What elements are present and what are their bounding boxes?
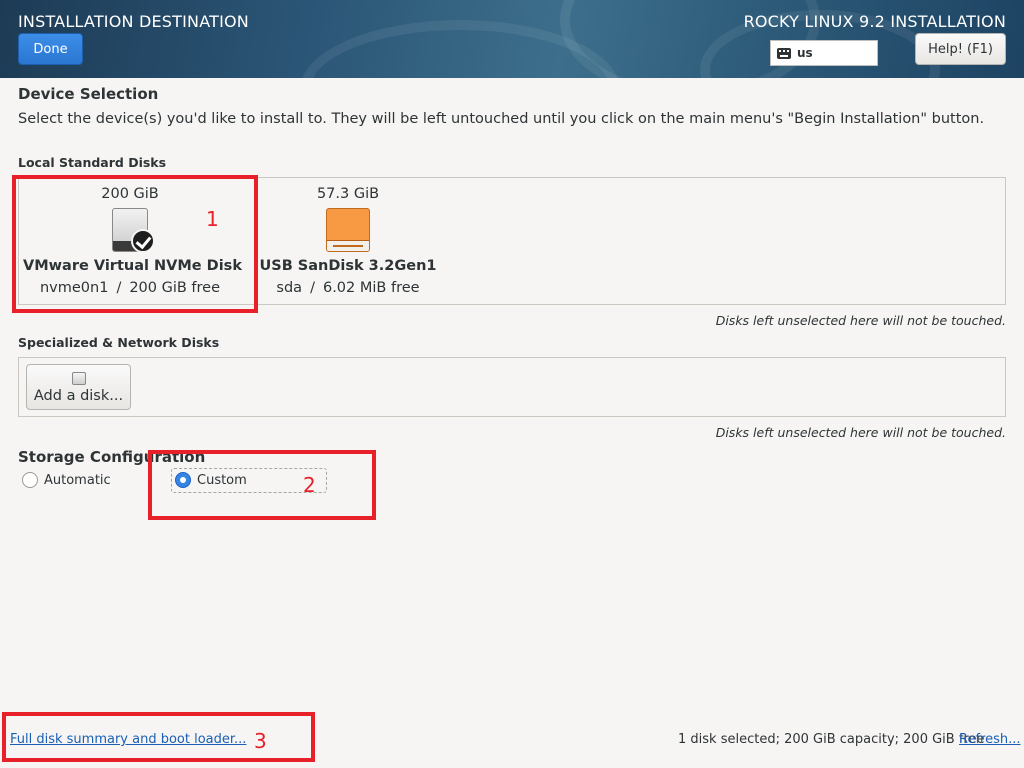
keyboard-layout-value: us	[797, 46, 813, 60]
local-disks-note: Disks left unselected here will not be t…	[715, 313, 1006, 328]
disk-detail-separator: /	[310, 280, 315, 296]
annotation-box-2	[148, 450, 376, 520]
disk-free-space: 6.02 MiB free	[322, 280, 420, 296]
done-button[interactable]: Done	[18, 33, 83, 65]
annotation-box-1	[12, 175, 258, 313]
product-title: ROCKY LINUX 9.2 INSTALLATION	[743, 12, 1006, 31]
help-button[interactable]: Help! (F1)	[915, 33, 1006, 65]
radio-button-icon	[22, 472, 38, 488]
device-selection-heading: Device Selection	[18, 85, 159, 103]
annotation-number-2: 2	[303, 473, 316, 497]
usb-drive-icon	[326, 208, 370, 252]
refresh-link[interactable]: Refresh...	[959, 732, 1021, 747]
annotation-number-1: 1	[206, 207, 219, 231]
keyboard-icon	[777, 47, 791, 59]
page-title: INSTALLATION DESTINATION	[18, 12, 249, 31]
annotation-number-3: 3	[254, 729, 267, 753]
disk-detail: sda / 6.02 MiB free	[245, 280, 451, 296]
add-disk-button[interactable]: Add a disk...	[26, 364, 131, 410]
disk-name: USB SanDisk 3.2Gen1	[259, 258, 437, 274]
disk-size: 57.3 GiB	[316, 186, 380, 202]
header-banner: INSTALLATION DESTINATION Done ROCKY LINU…	[0, 0, 1024, 78]
local-disks-label: Local Standard Disks	[18, 155, 167, 170]
keyboard-layout-indicator[interactable]: us	[770, 40, 878, 66]
radio-automatic[interactable]: Automatic	[22, 472, 111, 488]
full-disk-summary-link[interactable]: Full disk summary and boot loader...	[10, 732, 246, 747]
disk-tile-sda[interactable]: 57.3 GiB USB SanDisk 3.2Gen1 sda / 6.02 Mi…	[245, 178, 451, 304]
radio-label: Automatic	[44, 472, 111, 488]
disk-add-icon	[72, 372, 86, 385]
network-disks-label: Specialized & Network Disks	[18, 335, 220, 350]
disk-selection-summary: 1 disk selected; 200 GiB capacity; 200 G…	[678, 732, 985, 747]
network-disks-panel: Add a disk...	[18, 357, 1006, 417]
disk-device: sda	[276, 280, 303, 296]
network-disks-note: Disks left unselected here will not be t…	[715, 425, 1006, 440]
add-disk-label: Add a disk...	[33, 388, 124, 404]
device-selection-instructions: Select the device(s) you'd like to insta…	[18, 111, 985, 127]
